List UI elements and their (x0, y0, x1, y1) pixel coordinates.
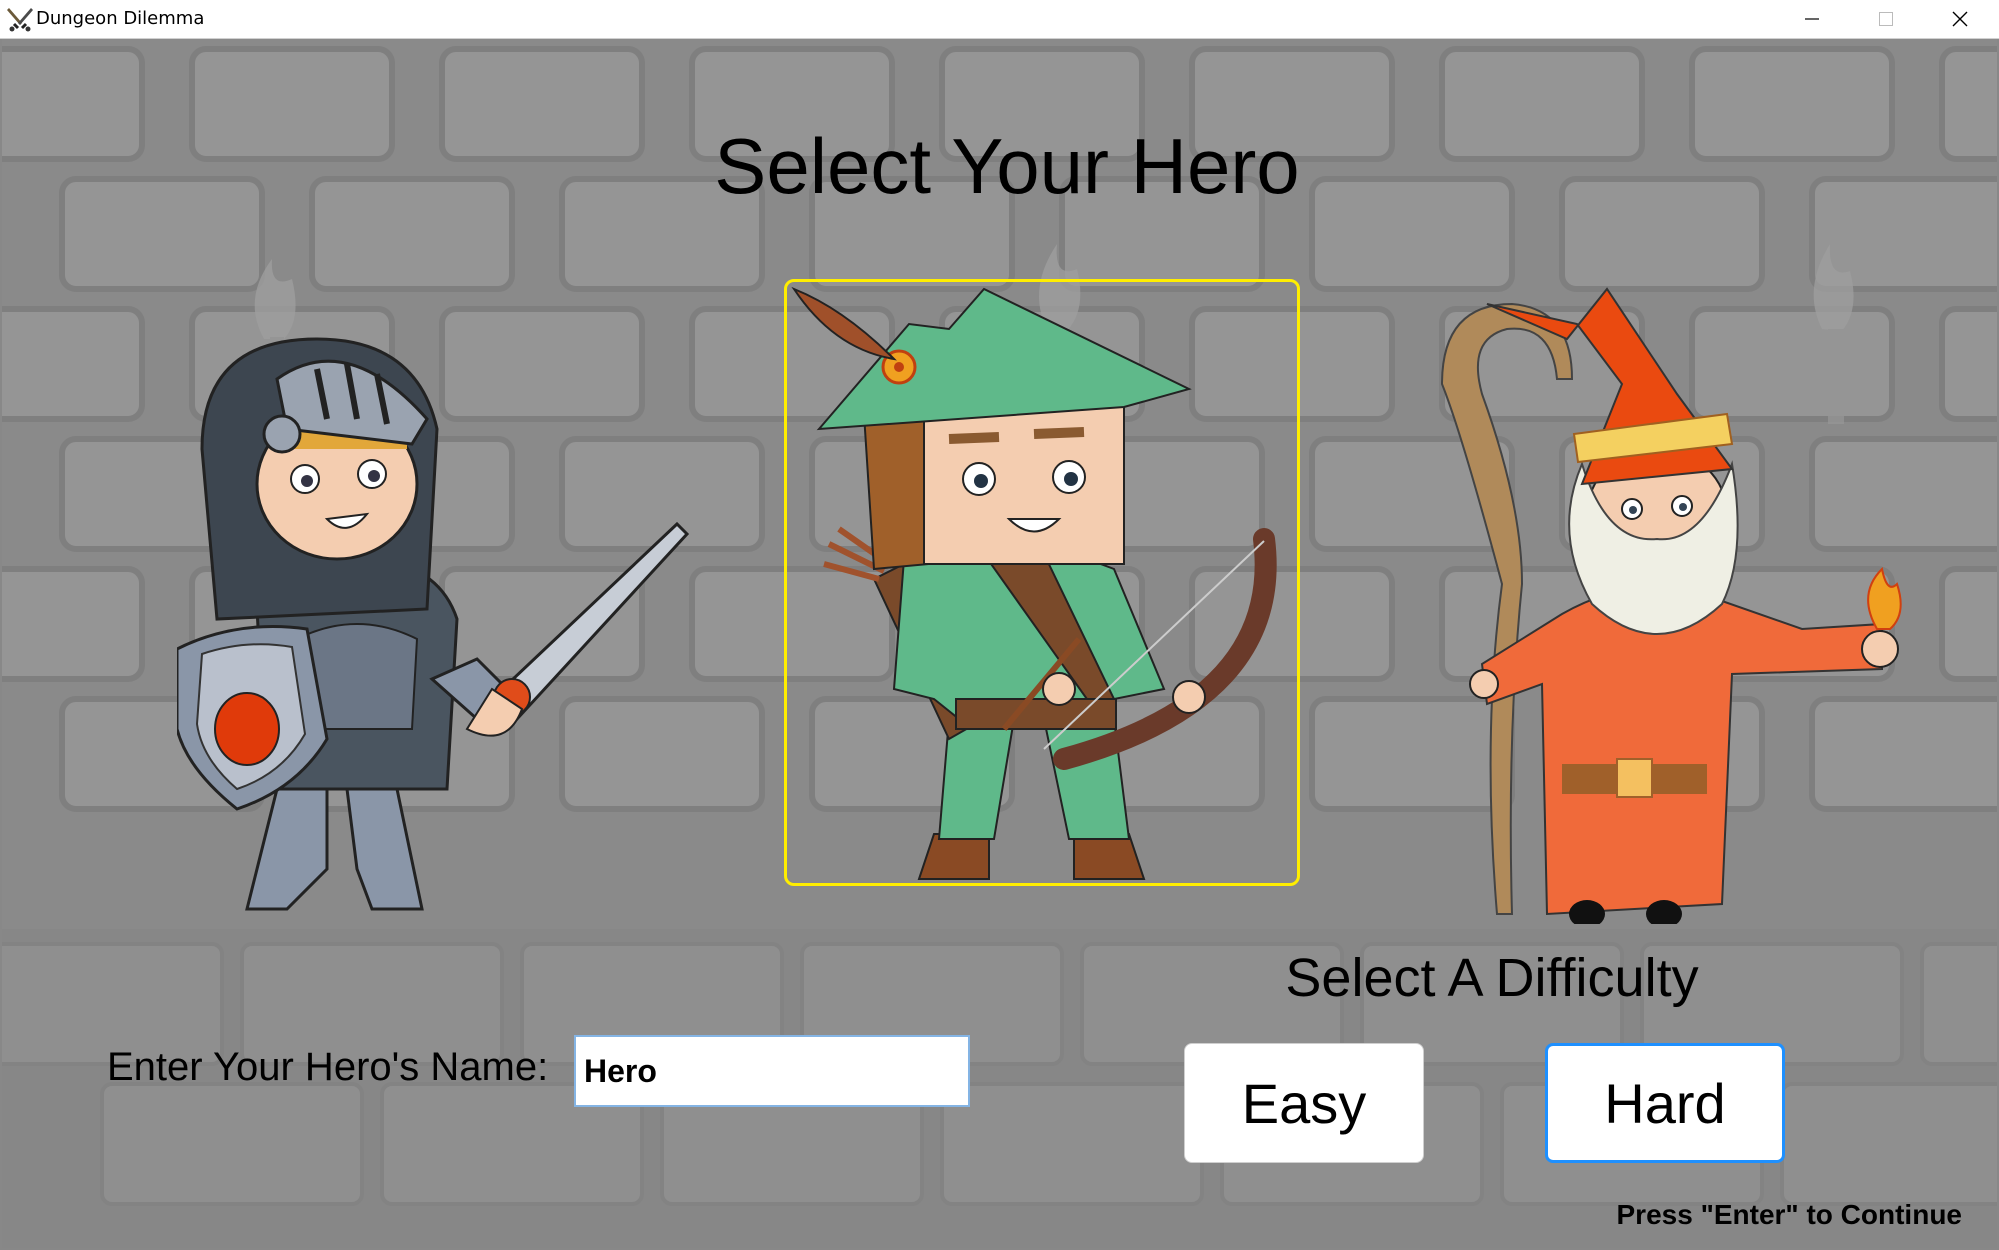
close-button[interactable] (1924, 0, 1996, 38)
crossed-swords-icon (6, 6, 34, 32)
minimize-button[interactable] (1776, 0, 1848, 38)
hero-name-label: Enter Your Hero's Name: (107, 1045, 549, 1089)
window-title: Dungeon Dilemma (36, 8, 205, 29)
maximize-button[interactable] (1850, 0, 1922, 38)
easy-button[interactable]: Easy (1184, 1043, 1424, 1163)
hero-wizard[interactable] (1402, 284, 1922, 924)
hero-name-input[interactable] (574, 1035, 970, 1107)
maximize-icon (1879, 12, 1893, 26)
hard-button[interactable]: Hard (1545, 1043, 1785, 1163)
hero-knight[interactable] (177, 309, 707, 919)
continue-hint: Press "Enter" to Continue (1616, 1199, 1963, 1230)
wizard-sprite (1440, 287, 1902, 924)
page-title: Select Your Hero (714, 122, 1300, 210)
window-titlebar: Dungeon Dilemma (0, 0, 1999, 39)
knight-sprite (177, 337, 690, 911)
game-canvas: Select Your Hero Enter Your Hero's Name:… (2, 39, 1997, 1248)
difficulty-label: Select A Difficulty (1285, 948, 1699, 1008)
minimize-icon (1805, 18, 1819, 20)
close-icon (1952, 11, 1968, 27)
hero-selection-frame (784, 279, 1300, 886)
